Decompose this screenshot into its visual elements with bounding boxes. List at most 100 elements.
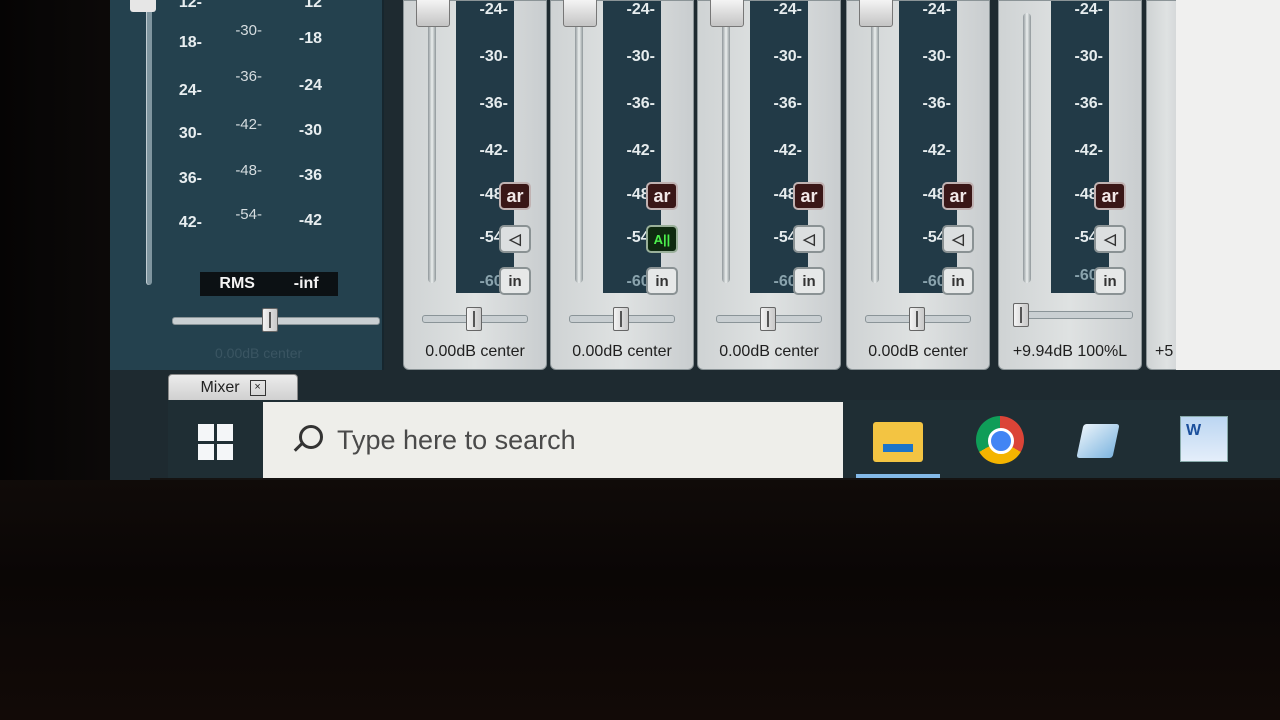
- file-explorer-icon[interactable]: [873, 416, 923, 466]
- channel-gain-pan-label: 0.00dB center: [425, 343, 525, 360]
- input-monitor-button[interactable]: in: [942, 267, 974, 295]
- meter-tick: -42-: [922, 142, 951, 159]
- scale-tick: -24: [298, 77, 322, 94]
- mute-button[interactable]: A||: [646, 225, 678, 253]
- channel-fader-track[interactable]: [871, 13, 879, 283]
- master-gain-label: 0.00dB center: [215, 345, 303, 361]
- channel-strip: -24- -30- -36- -42- -48- -54- -60- ar ◁ …: [403, 0, 547, 370]
- channel-fader-track[interactable]: [722, 13, 730, 283]
- mute-button[interactable]: ◁: [793, 225, 825, 253]
- scale-tick: -42: [298, 212, 322, 229]
- meter-tick: -30-: [626, 48, 655, 65]
- meter-tick: -24-: [1074, 1, 1103, 18]
- scale-tick: -36-: [235, 68, 262, 85]
- record-arm-button[interactable]: ar: [499, 182, 531, 210]
- channel-strip: -24- -30- -36- -42- -48- -54- -60- ar ◁ …: [998, 0, 1142, 370]
- channel-gain-pan-label: 0.00dB center: [719, 343, 819, 360]
- scale-tick: -54-: [235, 206, 262, 223]
- meter-tick: -42-: [479, 142, 508, 159]
- rms-label: RMS: [219, 275, 255, 292]
- meter-tick: -30-: [1074, 48, 1103, 65]
- taskbar: Type here to search: [168, 400, 1280, 480]
- master-fader-track[interactable]: [146, 0, 152, 285]
- master-strip: 12- 18- 24- 30- 36- 42- -30- -36- -42- -…: [110, 0, 384, 370]
- meter-tick: -24-: [773, 1, 802, 18]
- pan-knob[interactable]: [760, 307, 776, 331]
- scale-tick: -36: [298, 167, 322, 184]
- input-monitor-button[interactable]: in: [1094, 267, 1126, 295]
- rms-readout: RMS -inf: [200, 272, 338, 296]
- master-scale-left: 12- 18- 24- 30- 36- 42-: [168, 0, 202, 244]
- channel-fader-track[interactable]: [428, 13, 436, 283]
- record-arm-button[interactable]: ar: [793, 182, 825, 210]
- channel-fader-knob[interactable]: [563, 0, 597, 27]
- record-arm-button[interactable]: ar: [646, 182, 678, 210]
- scale-tick: 12-: [178, 0, 202, 11]
- master-fader-knob[interactable]: [130, 0, 156, 12]
- scale-tick: 36-: [178, 170, 202, 187]
- desk-surface: [0, 480, 1280, 720]
- tab-mixer[interactable]: Mixer ×: [168, 374, 298, 402]
- meter-tick: -36-: [479, 95, 508, 112]
- scale-tick: 42-: [178, 214, 202, 231]
- channel-gain-pan-label: 0.00dB center: [868, 343, 968, 360]
- pan-knob[interactable]: [613, 307, 629, 331]
- meter-tick: -30-: [922, 48, 951, 65]
- channel-fader-knob[interactable]: [859, 0, 893, 27]
- meter-tick: -24-: [479, 1, 508, 18]
- scale-tick: -30-: [235, 22, 262, 39]
- scale-tick: 18-: [178, 34, 202, 51]
- meter-tick: -36-: [922, 95, 951, 112]
- pan-slider[interactable]: [1013, 311, 1133, 319]
- meter-tick: -24-: [626, 1, 655, 18]
- channel-strip: -24- -30- -36- -42- -48- -54- -60- ar ◁ …: [697, 0, 841, 370]
- mute-button[interactable]: ◁: [942, 225, 974, 253]
- scale-tick: 12: [304, 0, 322, 11]
- word-doc-icon[interactable]: [1176, 416, 1228, 466]
- meter-tick: -42-: [626, 142, 655, 159]
- input-monitor-button[interactable]: in: [793, 267, 825, 295]
- eraser-app-icon[interactable]: [1074, 416, 1124, 466]
- meter-tick: -42-: [1074, 142, 1103, 159]
- pan-knob[interactable]: [1013, 303, 1029, 327]
- close-icon[interactable]: ×: [249, 380, 266, 396]
- mute-button[interactable]: ◁: [1094, 225, 1126, 253]
- channel-strip: -24- -30- -36- -42- -48- -54- -60- ar A|…: [550, 0, 694, 370]
- scale-tick: -30: [298, 122, 322, 139]
- pan-knob[interactable]: [909, 307, 925, 331]
- record-arm-button[interactable]: ar: [942, 182, 974, 210]
- mute-button[interactable]: ◁: [499, 225, 531, 253]
- master-pan-knob[interactable]: [262, 308, 278, 332]
- input-monitor-button[interactable]: in: [646, 267, 678, 295]
- windows-start-icon[interactable]: [198, 424, 234, 460]
- scale-tick: -42-: [235, 116, 262, 133]
- meter-tick: -30-: [773, 48, 802, 65]
- channel-fader-track[interactable]: [575, 13, 583, 283]
- rms-value: -inf: [293, 275, 319, 292]
- master-scale-right: 12 -18 -24 -30 -36 -42: [280, 0, 322, 244]
- search-placeholder: Type here to search: [337, 424, 576, 455]
- meter-tick: -36-: [773, 95, 802, 112]
- meter-tick: -24-: [922, 1, 951, 18]
- tab-mixer-label: Mixer: [200, 379, 240, 396]
- record-arm-button[interactable]: ar: [1094, 182, 1126, 210]
- chrome-icon[interactable]: [974, 416, 1024, 466]
- channel-fader-knob[interactable]: [710, 0, 744, 27]
- scale-tick: -18: [298, 30, 322, 47]
- meter-tick: -30-: [479, 48, 508, 65]
- meter-tick: -42-: [773, 142, 802, 159]
- search-icon: [289, 423, 323, 457]
- channel-gain-pan-label: 0.00dB center: [572, 343, 672, 360]
- search-input[interactable]: Type here to search: [263, 402, 843, 478]
- channel-strip: -24- -30- -36- -42- -48- -54- -60- ar ◁ …: [846, 0, 990, 370]
- channel-fader-knob[interactable]: [416, 0, 450, 27]
- master-scale-mid: -30- -36- -42- -48- -54-: [222, 22, 262, 223]
- channel-fader-track[interactable]: [1023, 13, 1031, 283]
- input-monitor-button[interactable]: in: [499, 267, 531, 295]
- scale-tick: 24-: [178, 82, 202, 99]
- pan-knob[interactable]: [466, 307, 482, 331]
- screen: 12- 18- 24- 30- 36- 42- -30- -36- -42- -…: [110, 0, 1280, 480]
- channel-gain-pan-label: +9.94dB 100%L: [1012, 343, 1128, 360]
- adjacent-window: [1176, 0, 1280, 370]
- scale-tick: -48-: [235, 162, 262, 179]
